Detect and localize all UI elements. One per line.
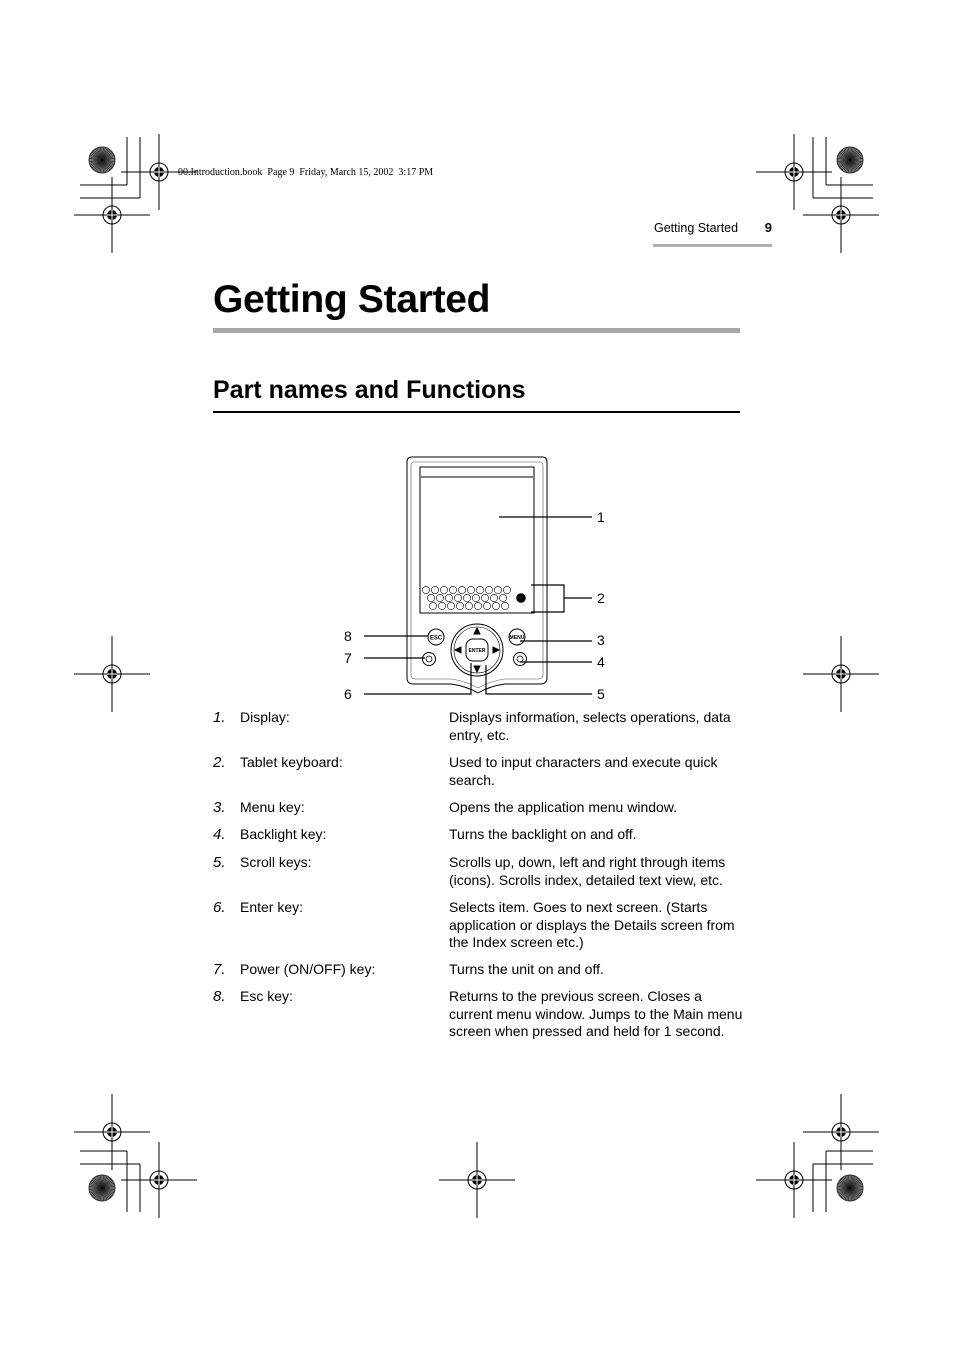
registration-mark-icon (803, 1094, 879, 1170)
registration-mark-icon (74, 636, 150, 712)
registration-mark-icon (756, 1142, 832, 1218)
item-description: Returns to the previous screen. Closes a… (449, 988, 743, 1040)
item-number: 4. (213, 826, 226, 843)
print-marks-and-device-diagram: ESC MENU ENTER 1 2 3 4 5 6 7 8 (74, 134, 879, 1218)
item-number: 3. (213, 799, 226, 816)
callout-3: 3 (597, 632, 605, 648)
registration-mark-icon (803, 636, 879, 712)
item-label: Tablet keyboard: (240, 754, 343, 770)
item-label: Scroll keys: (240, 854, 312, 870)
item-description: Displays information, selects operations… (449, 709, 731, 743)
color-target-icon (836, 1174, 864, 1202)
device-body-inner (410, 461, 544, 689)
registration-mark-icon (74, 1094, 150, 1170)
item-label: Display: (240, 709, 290, 725)
item-label: Enter key: (240, 899, 304, 915)
print-slug: 00.Introduction.book Page 9 Friday, Marc… (178, 167, 434, 178)
registration-mark-icon (803, 177, 879, 253)
menu-key-label: MENU (510, 635, 525, 641)
item-number: 5. (213, 854, 226, 871)
section-heading: Part names and Functions (213, 376, 740, 413)
page-title: Getting Started (213, 278, 740, 333)
color-target-icon (88, 146, 116, 174)
item-number: 2. (213, 754, 226, 771)
item-description: Used to input characters and execute qui… (449, 754, 718, 788)
device-diagram: ESC MENU ENTER (364, 456, 592, 695)
color-target-icon (88, 1174, 116, 1202)
display-screen (419, 466, 535, 614)
tablet-keyboard (422, 586, 526, 610)
page-number: 9 (764, 220, 772, 235)
item-label: Power (ON/OFF) key: (240, 961, 376, 977)
item-label: Backlight key: (240, 826, 327, 842)
arrow-right-icon (492, 646, 501, 654)
callout-5: 5 (597, 686, 605, 702)
running-header: Getting Started 9 (653, 220, 772, 247)
callout-1: 1 (597, 509, 605, 525)
callout-2: 2 (597, 590, 605, 606)
callout-6: 6 (344, 686, 352, 702)
callout-4: 4 (597, 654, 605, 670)
item-description: Scrolls up, down, left and right through… (449, 854, 726, 888)
color-target-icon (836, 146, 864, 174)
power-key (422, 652, 436, 666)
item-number: 8. (213, 988, 226, 1005)
arrow-down-icon (473, 665, 481, 674)
registration-mark-icon (439, 1142, 515, 1218)
callout-7: 7 (344, 650, 352, 666)
backlight-key (513, 652, 527, 666)
item-number: 1. (213, 709, 226, 726)
registration-mark-icon (74, 177, 150, 253)
item-description: Turns the unit on and off. (449, 961, 604, 977)
arrow-left-icon (453, 646, 462, 654)
item-label: Menu key: (240, 799, 305, 815)
item-number: 6. (213, 899, 226, 916)
registration-mark-icon (756, 134, 832, 210)
running-header-section: Getting Started (654, 221, 739, 235)
item-description: Selects item. Goes to next screen. (Star… (449, 899, 735, 951)
esc-key-label: ESC (430, 636, 443, 642)
item-description: Opens the application menu window. (449, 799, 678, 815)
item-number: 7. (213, 961, 226, 978)
item-description: Turns the backlight on and off. (449, 826, 637, 842)
arrow-up-icon (473, 626, 481, 635)
callout-8: 8 (344, 628, 352, 644)
registration-mark-icon (121, 1142, 197, 1218)
enter-key-label: ENTER (469, 648, 486, 654)
item-label: Esc key: (240, 988, 293, 1004)
